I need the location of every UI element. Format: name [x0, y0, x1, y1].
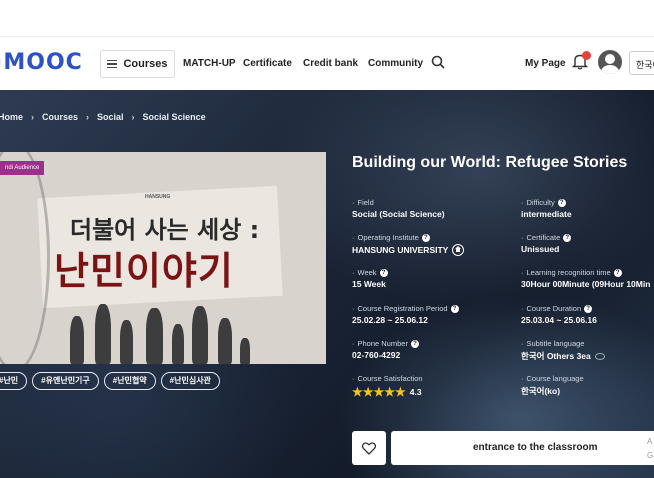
course-hero: Home › Courses › Social › Social Science…	[0, 90, 654, 478]
help-icon[interactable]: ?	[557, 198, 566, 207]
registration-label: Course Registration Period	[357, 304, 448, 313]
tag-chip[interactable]: #유엔난민기구	[32, 372, 99, 390]
favorite-button[interactable]	[352, 431, 386, 465]
field-info: · Field Social (Social Science)	[352, 198, 445, 219]
breadcrumb: Home › Courses › Social › Social Science	[0, 112, 206, 122]
language-label: Course language	[526, 374, 584, 383]
search-icon[interactable]	[431, 55, 445, 69]
help-icon[interactable]: ?	[421, 233, 430, 242]
nav-certificate[interactable]: Certificate	[243, 58, 292, 69]
home-icon[interactable]	[452, 244, 465, 256]
difficulty-info: · Difficulty? intermediate	[521, 198, 572, 219]
courses-menu-button[interactable]: Courses	[100, 50, 175, 78]
refugee-figure	[146, 308, 163, 364]
subtitle-label: Subtitle language	[526, 339, 585, 348]
difficulty-value: intermediate	[521, 209, 572, 219]
course-title: Building our World: Refugee Stories	[352, 154, 628, 171]
thumbnail-label: ndi Audience	[0, 161, 45, 175]
side-text-line2: G	[647, 451, 654, 460]
site-logo[interactable]: ·MOOC	[0, 50, 83, 75]
rating-stars-icon: ★★★★★	[352, 385, 406, 399]
thumbnail-logo: HANSUNG	[145, 194, 171, 200]
top-strip	[0, 0, 654, 36]
refugee-figure	[172, 324, 184, 364]
breadcrumb-social-science[interactable]: Social Science	[143, 112, 206, 122]
help-icon[interactable]: ?	[584, 304, 593, 313]
certificate-info: · Certificate? Unissued	[521, 233, 572, 254]
site-header: ·MOOC Courses MATCH-UP Certificate Credi…	[0, 36, 654, 90]
duration-label: Course Duration	[526, 304, 582, 313]
refugee-figure	[240, 338, 250, 364]
help-icon[interactable]: ?	[563, 233, 572, 242]
recognition-value: 30Hour 00Minute (09Hour 10Min	[521, 279, 651, 289]
breadcrumb-social[interactable]: Social	[97, 112, 124, 122]
satisfaction-info: · Course Satisfaction ★★★★★ 4.3	[352, 374, 423, 399]
field-label: Field	[357, 198, 374, 207]
nav-community[interactable]: Community	[368, 58, 423, 69]
chevron-right-icon: ›	[31, 112, 35, 122]
registration-info: · Course Registration Period? 25.02.28 ~ …	[352, 304, 459, 325]
week-value: 15 Week	[352, 279, 386, 289]
menu-icon	[107, 60, 118, 68]
phone-value: 02-760-4292	[352, 350, 401, 360]
tag-chip[interactable]: #난민심사관	[160, 372, 220, 390]
breadcrumb-home[interactable]: Home	[0, 112, 23, 122]
my-page-link[interactable]: My Page	[525, 58, 566, 69]
enter-classroom-button[interactable]: entrance to the classroom	[391, 431, 654, 465]
tag-chip[interactable]: #난민협약	[103, 372, 156, 390]
institute-value: HANSUNG UNIVERSITY	[352, 245, 449, 255]
help-icon[interactable]: ?	[379, 268, 388, 277]
satisfaction-value: 4.3	[409, 387, 422, 397]
duration-info: · Course Duration? 25.03.04 ~ 25.06.16	[521, 304, 597, 325]
refugee-figure	[95, 304, 111, 364]
refugee-figure	[70, 316, 84, 364]
certificate-label: Certificate	[526, 233, 561, 242]
registration-value: 25.02.28 ~ 25.06.12	[352, 315, 428, 325]
institute-label: Operating Institute	[357, 233, 419, 242]
certificate-value: Unissued	[521, 244, 560, 254]
thumbnail-title-line2: 난민이야기	[54, 249, 234, 293]
recognition-info: · Learning recognition time? 30Hour 00Min…	[521, 268, 651, 289]
phone-label: Phone Number	[357, 339, 408, 348]
help-icon[interactable]: ?	[410, 339, 419, 348]
speech-bubble-icon[interactable]	[594, 352, 605, 360]
side-text: A G	[647, 435, 653, 463]
phone-info: · Phone Number? 02-760-4292	[352, 339, 419, 360]
course-thumbnail: ndi Audience HANSUNG 더불어 사는 세상 : 난민이야기	[0, 152, 326, 364]
help-icon[interactable]: ?	[450, 304, 459, 313]
help-icon[interactable]: ?	[613, 268, 622, 277]
side-text-line1: A	[647, 437, 653, 446]
breadcrumb-courses[interactable]: Courses	[42, 112, 78, 122]
course-tags: #난민 #유엔난민기구 #난민협약 #난민심사관	[0, 372, 220, 390]
refugee-figure	[120, 320, 133, 364]
language-value: 한국어(ko)	[521, 386, 561, 396]
duration-value: 25.03.04 ~ 25.06.16	[521, 315, 597, 325]
subtitle-value: 한국어 Others 3ea	[521, 351, 591, 361]
difficulty-label: Difficulty	[526, 198, 555, 207]
refugee-figure	[192, 306, 208, 364]
institute-info: · Operating Institute? HANSUNG UNIVERSITY	[352, 233, 465, 256]
field-value: Social (Social Science)	[352, 209, 445, 219]
language-info: · Course language 한국어(ko)	[521, 374, 584, 396]
week-label: Week	[357, 268, 377, 277]
nav-match-up[interactable]: MATCH-UP	[183, 58, 236, 69]
courses-label: Courses	[123, 58, 168, 70]
chevron-right-icon: ›	[131, 112, 135, 122]
language-select[interactable]: 한국어	[629, 51, 654, 75]
thumbnail-decoration	[0, 152, 50, 364]
avatar[interactable]	[598, 50, 622, 74]
notification-badge	[582, 51, 591, 60]
tag-chip[interactable]: #난민	[0, 372, 28, 390]
chevron-right-icon: ›	[86, 112, 90, 122]
refugee-figure	[218, 318, 232, 364]
recognition-label: Learning recognition time	[526, 268, 611, 277]
subtitle-info: · Subtitle language 한국어 Others 3ea	[521, 339, 605, 362]
heart-icon	[362, 441, 376, 455]
satisfaction-label: Course Satisfaction	[357, 374, 423, 383]
week-info: · Week? 15 Week	[352, 268, 388, 289]
nav-credit-bank[interactable]: Credit bank	[303, 58, 358, 69]
